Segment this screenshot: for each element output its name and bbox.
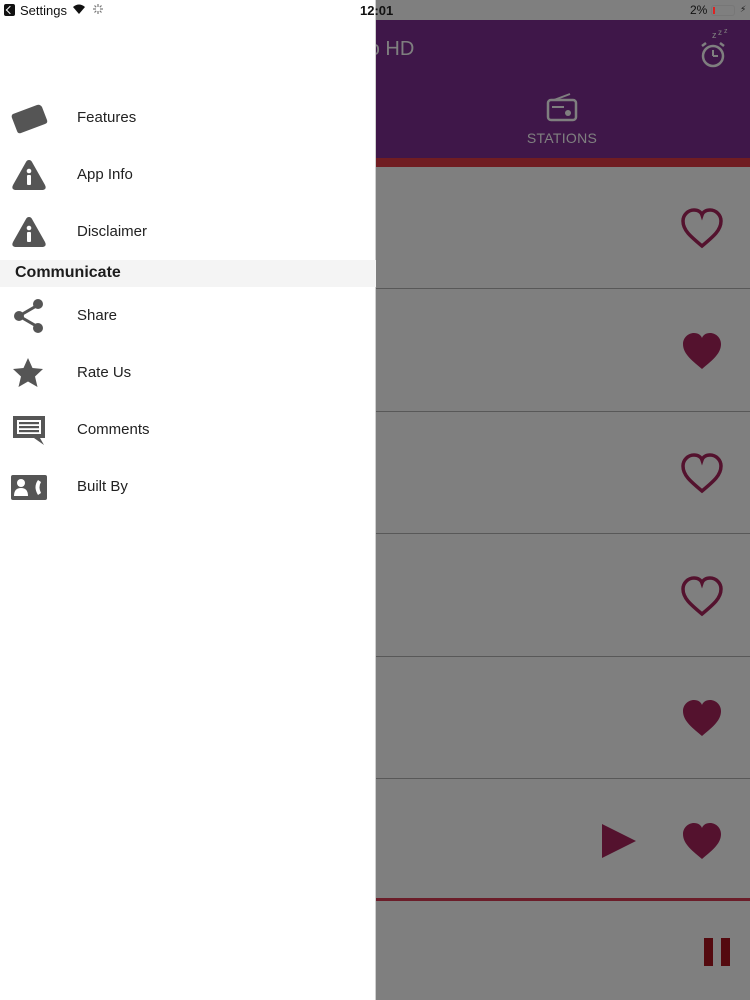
menu-item-label: Comments bbox=[77, 421, 150, 438]
menu-item-built-by[interactable]: Built By bbox=[0, 459, 376, 515]
back-to-app-label[interactable]: Settings bbox=[20, 3, 67, 18]
menu-item-label: Built By bbox=[77, 478, 128, 495]
section-header-communicate: Communicate bbox=[0, 260, 376, 287]
clock: 12:01 bbox=[360, 3, 394, 18]
status-bar: Settings 12:01 2% ⚡ bbox=[0, 0, 750, 20]
comment-icon bbox=[13, 416, 45, 445]
contact-card-icon bbox=[11, 475, 47, 500]
menu-item-features[interactable]: Features bbox=[0, 90, 376, 146]
menu-item-app-info[interactable]: App Info bbox=[0, 147, 376, 203]
tag-icon bbox=[11, 104, 48, 134]
back-to-app-icon[interactable] bbox=[4, 4, 15, 16]
battery-percent: 2% bbox=[690, 3, 708, 17]
star-icon bbox=[13, 358, 43, 387]
info-icon bbox=[12, 160, 46, 190]
activity-spinner-icon bbox=[93, 4, 103, 14]
wifi-icon bbox=[73, 4, 85, 14]
menu-item-disclaimer[interactable]: Disclaimer bbox=[0, 204, 376, 260]
section-title: Communicate bbox=[15, 264, 121, 281]
menu-item-rate-us[interactable]: Rate Us bbox=[0, 345, 376, 401]
battery-icon bbox=[711, 5, 735, 16]
menu-item-comments[interactable]: Comments bbox=[0, 402, 376, 458]
side-drawer-menu: Features App Info Disclaimer Communicate… bbox=[0, 0, 376, 1000]
menu-item-label: Features bbox=[77, 109, 137, 126]
menu-item-label: Rate Us bbox=[77, 364, 132, 381]
charging-bolt-icon: ⚡ bbox=[740, 4, 747, 14]
info-icon bbox=[12, 217, 46, 247]
menu-item-label: App Info bbox=[77, 166, 133, 183]
menu-item-label: Disclaimer bbox=[77, 223, 148, 240]
menu-item-label: Share bbox=[77, 307, 118, 324]
share-icon bbox=[14, 299, 43, 333]
menu-item-share[interactable]: Share bbox=[0, 288, 376, 344]
